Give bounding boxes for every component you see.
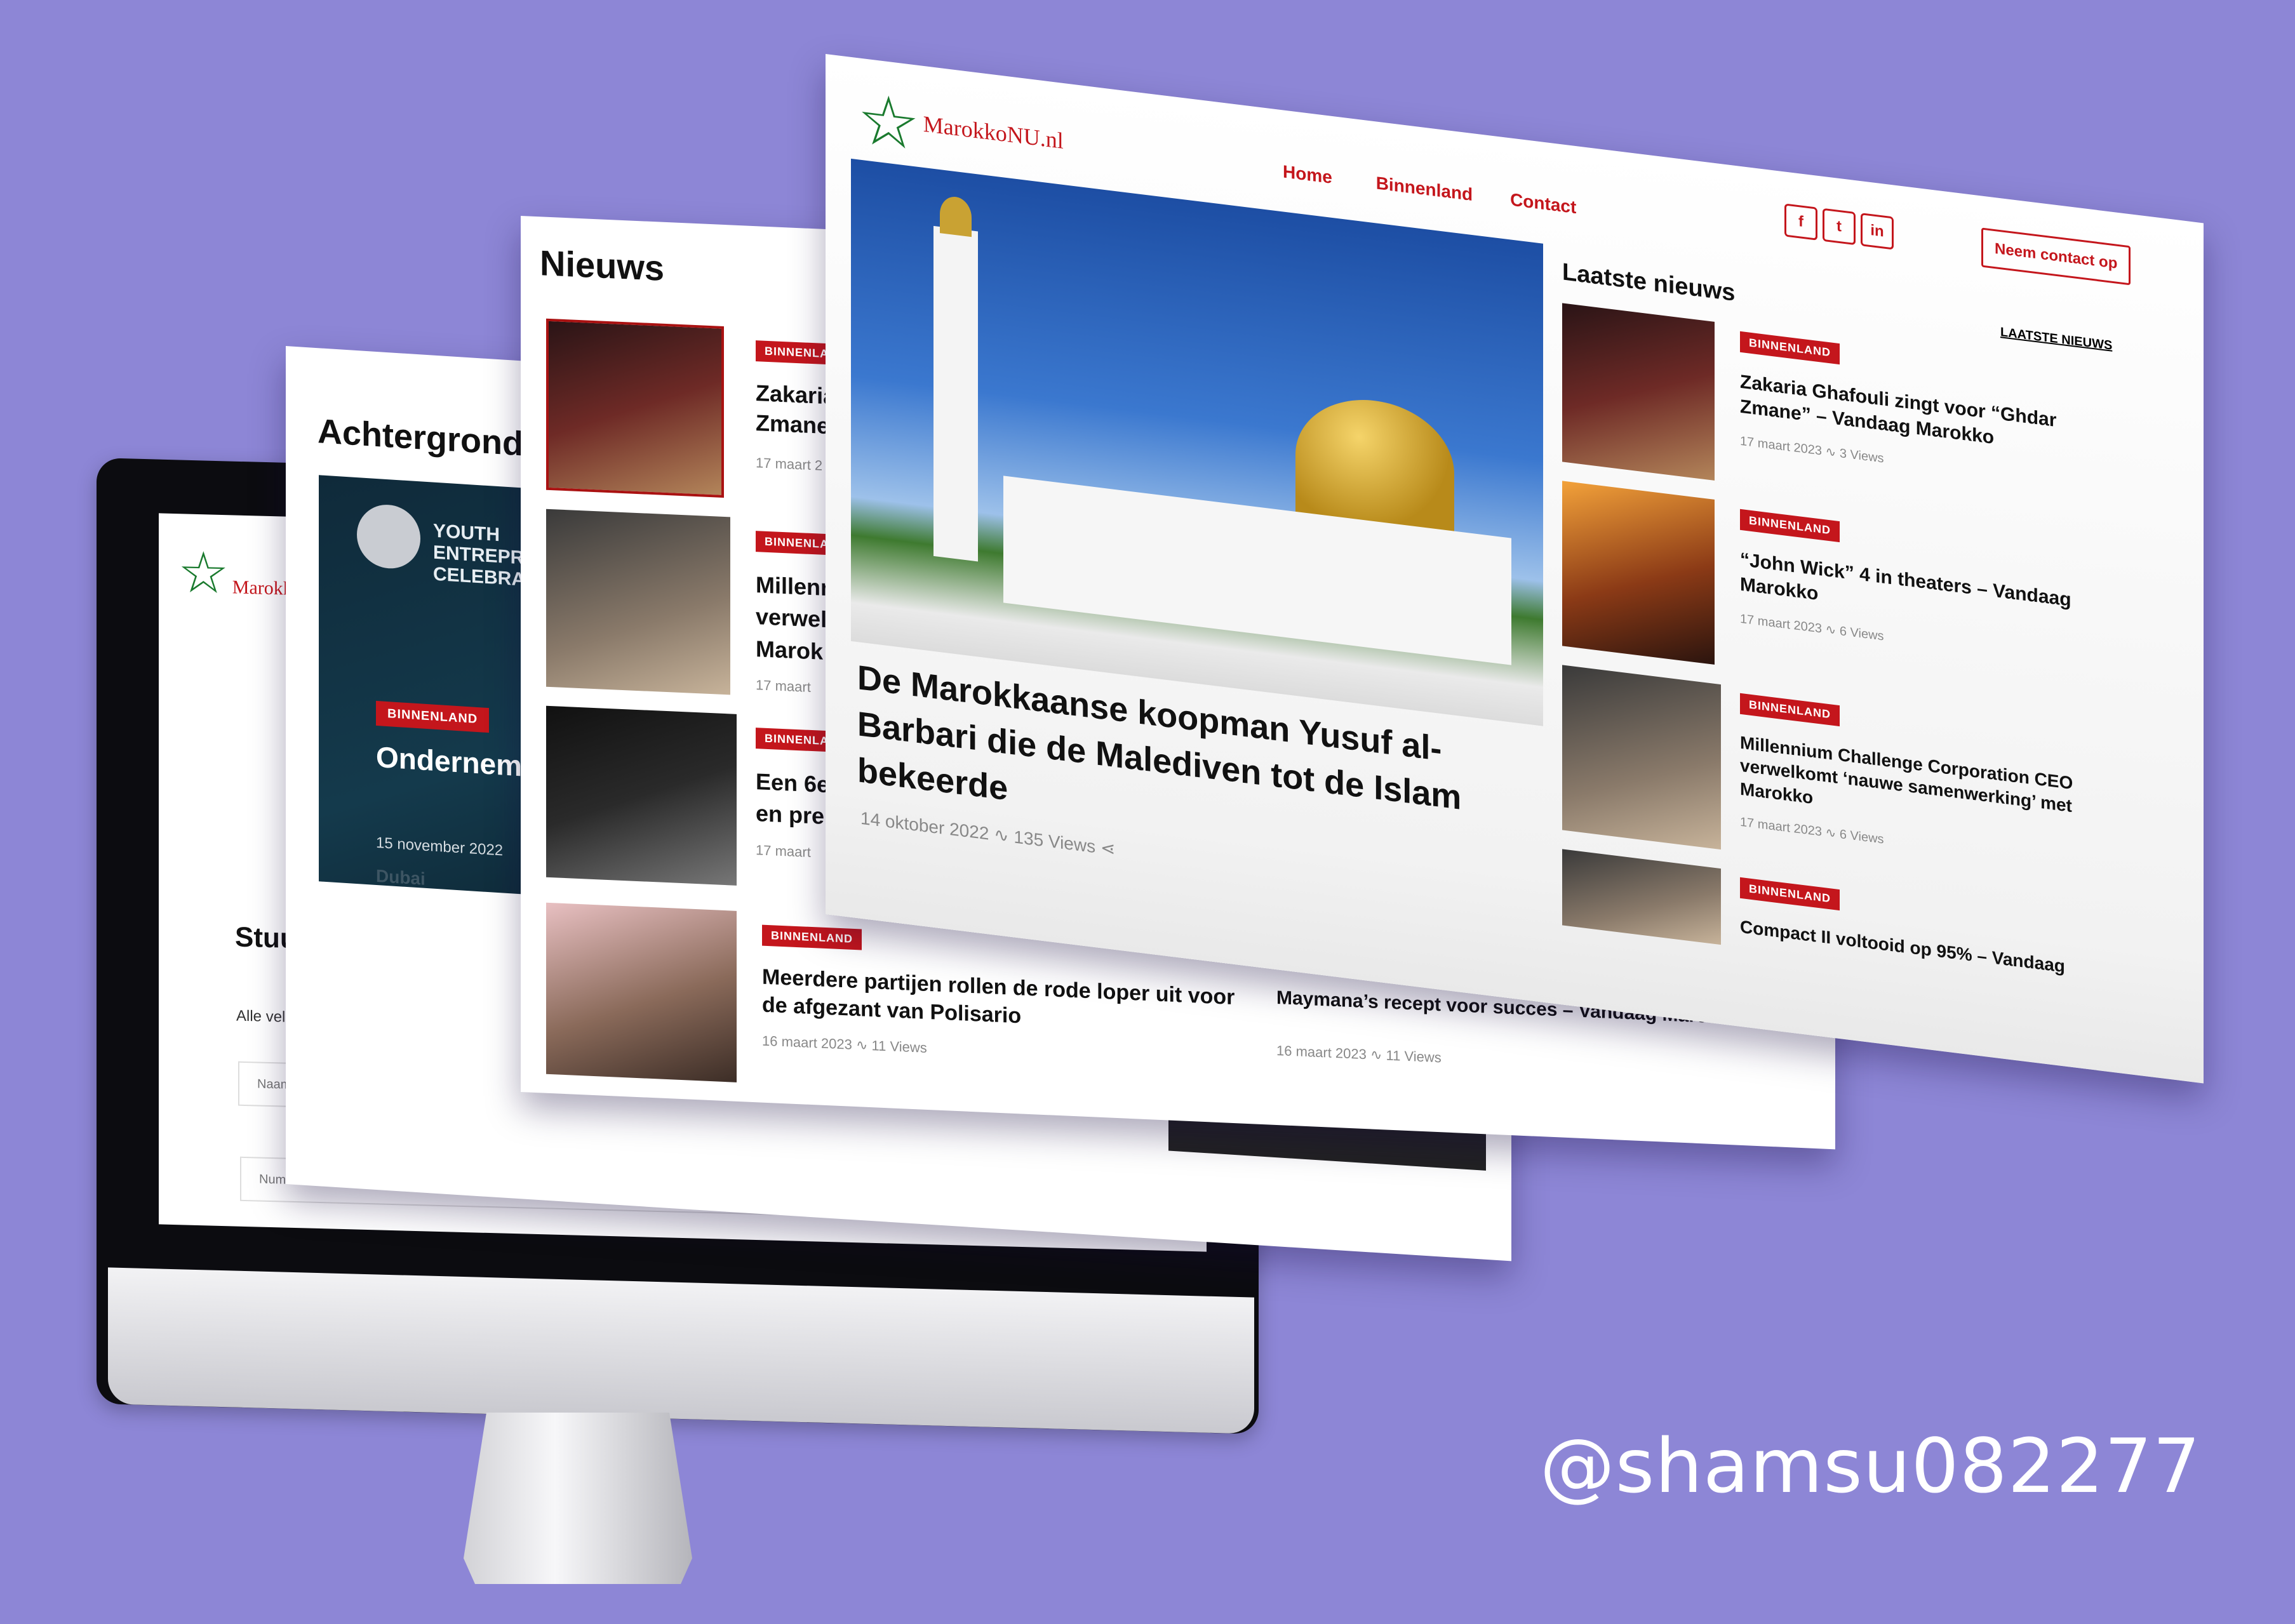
news-image-4[interactable] [546,902,737,1082]
news-title-3[interactable]: Een 6e en pre [756,766,832,833]
achtergrond-date: 15 november 2022 [376,834,504,860]
latest-date-3: 17 maart 2023 [1740,815,1822,839]
news-meta-extra: 16 maart 2023 ∿ 11 Views [1276,1042,1442,1066]
latest-image-3[interactable] [1562,665,1721,850]
activity-icon: ∿ [1825,825,1840,842]
activity-icon: ∿ [1825,444,1840,461]
latest-badge-3[interactable]: BINNENLAND [1740,693,1840,727]
latest-image-4[interactable] [1562,849,1721,945]
social-links: f t in [1784,203,1894,250]
news-image-3[interactable] [546,705,737,886]
latest-heading: Laatste nieuws [1562,258,1736,307]
latest-image-1[interactable] [1562,303,1715,481]
news-date-extra: 16 maart 2023 [1276,1042,1367,1063]
latest-meta-1: 17 maart 2023 ∿ 3 Views [1740,433,1884,467]
latest-badge-4[interactable]: BINNENLAND [1740,877,1840,911]
share-icon[interactable]: ⋖ [1101,837,1115,859]
news-meta-4: 16 maart 2023 ∿ 11 Views [762,1033,927,1056]
page-home: ☆ MarokkoNU.nl Home Binnenland Contact f… [826,54,2204,1084]
activity-icon: ∿ [856,1037,872,1054]
featured-image[interactable] [851,158,1543,726]
news-views-4: 11 Views [871,1037,927,1056]
latest-tag-link[interactable]: LAATSTE NIEUWS [2000,325,2112,354]
latest-views-2: 6 Views [1839,624,1884,644]
star-logo-icon: ☆ [857,77,920,167]
achtergrond-heading: Achtergrond [318,412,523,463]
latest-date-1: 17 maart 2023 [1740,434,1822,458]
latest-title-4[interactable]: Compact II voltooid op 95% – Vandaag [1740,915,2134,987]
minaret-dome [940,195,972,237]
brand-name: MarokkoNU.nl [923,110,1064,154]
latest-views-3: 6 Views [1839,827,1884,847]
news-views-extra: 11 Views [1386,1047,1442,1066]
nav-contact[interactable]: Contact [1510,189,1576,217]
nieuws-heading: Nieuws [540,243,665,288]
latest-views-1: 3 Views [1839,446,1884,466]
featured-date: 14 oktober 2022 [860,808,989,844]
contact-cta-button[interactable]: Neem contact op [1981,227,2131,286]
monitor-chin [108,1267,1254,1434]
news-date-2: 17 maart [756,677,811,695]
activity-icon: ∿ [994,824,1014,847]
news-image-2[interactable] [546,509,730,695]
latest-badge-1[interactable]: BINNENLAND [1740,331,1840,365]
linkedin-icon[interactable]: in [1861,213,1894,250]
news-title-4[interactable]: Meerdere partijen rollen de rode loper u… [762,963,1257,1041]
achtergrond-place: Dubai [376,865,425,889]
latest-meta-2: 17 maart 2023 ∿ 6 Views [1740,611,1884,644]
news-date-1: 17 maart 2 [756,455,823,474]
nav-binnenland[interactable]: Binnenland [1376,173,1473,204]
activity-icon: ∿ [1825,622,1840,639]
facebook-icon[interactable]: f [1784,203,1817,241]
minaret [933,225,978,562]
twitter-icon[interactable]: t [1823,208,1856,246]
category-badge[interactable]: BINNENLAND [376,700,490,733]
news-date-4: 16 maart 2023 [762,1032,852,1053]
latest-image-2[interactable] [1562,481,1715,665]
monitor-stand [464,1413,692,1584]
trophy-icon [357,503,420,571]
main-nav: Home Binnenland Contact [1283,161,1576,218]
news-badge-4[interactable]: BINNENLAND [762,924,862,950]
news-date-3: 17 maart [756,842,811,860]
latest-badge-2[interactable]: BINNENLAND [1740,509,1840,543]
latest-date-2: 17 maart 2023 [1740,611,1822,636]
author-handle: @shamsu082277 [1539,1422,2201,1510]
nav-home[interactable]: Home [1283,161,1332,187]
latest-meta-3: 17 maart 2023 ∿ 6 Views [1740,814,1884,848]
news-image-1[interactable] [546,318,724,498]
activity-icon: ∿ [1370,1046,1386,1063]
featured-views: 135 Views [1014,827,1096,857]
